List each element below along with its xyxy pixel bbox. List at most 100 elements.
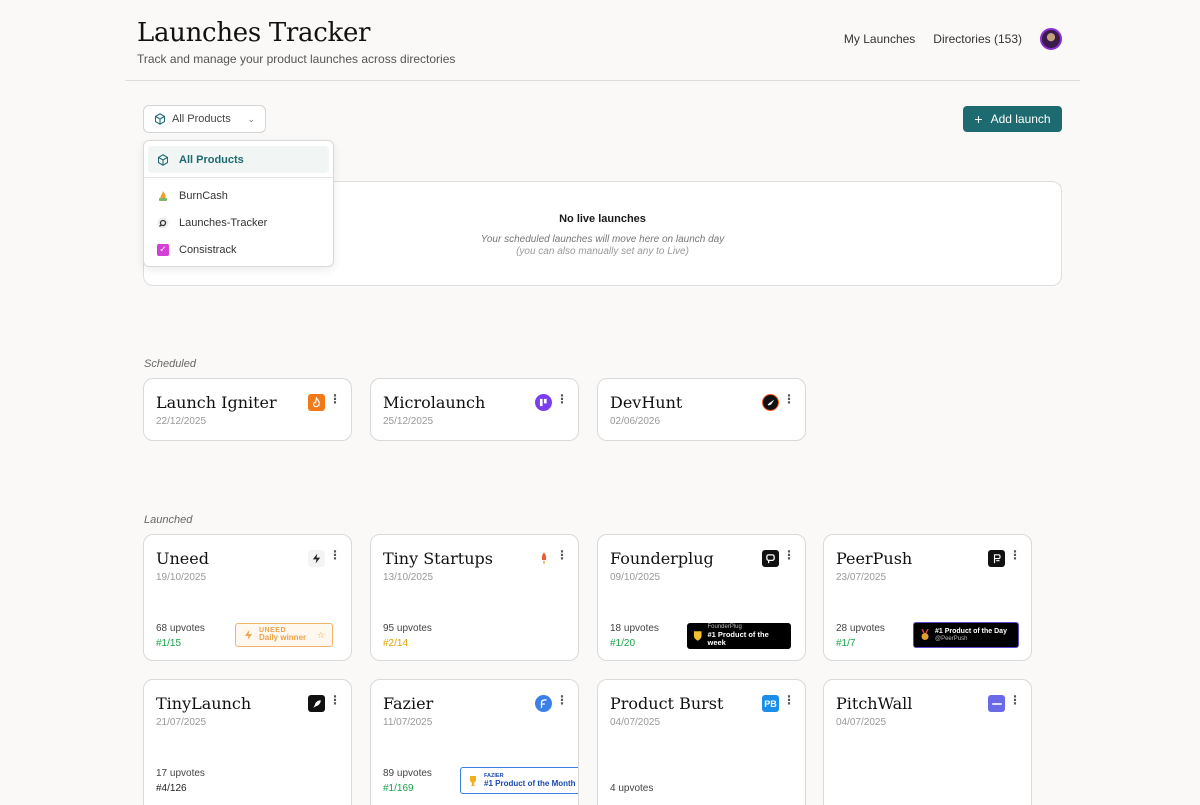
cube-icon [157, 153, 169, 166]
cube-icon [154, 113, 166, 125]
launched-card-pitchwall[interactable]: PitchWall 04/07/2025 ⋮ [823, 679, 1032, 805]
more-options-icon[interactable]: ⋮ [556, 694, 568, 706]
uneed-logo-icon [308, 550, 325, 567]
founderplug-logo-icon [762, 550, 779, 567]
section-label-launched: Launched [144, 514, 193, 526]
page-subtitle: Track and manage your product launches a… [137, 52, 456, 66]
dropdown-item-launches-tracker[interactable]: Launches-Tracker [144, 209, 333, 236]
dropdown-item-label: All Products [179, 153, 244, 166]
page-title: Launches Tracker [137, 18, 371, 48]
scheduled-card-microlaunch[interactable]: Microlaunch 25/12/2025 ⋮ [370, 378, 579, 441]
card-name: PeerPush [836, 549, 913, 568]
fazier-product-of-month-badge: FAZIER #1 Product of the Month [460, 767, 578, 794]
upvotes-count: 18 upvotes [610, 623, 659, 634]
card-name: PitchWall [836, 694, 913, 713]
tinylaunch-logo-icon [308, 695, 325, 712]
nav-directories[interactable]: Directories (153) [933, 32, 1022, 46]
peerpush-logo-icon [988, 550, 1005, 567]
upvotes-count: 17 upvotes [156, 768, 205, 779]
more-options-icon[interactable]: ⋮ [783, 694, 795, 706]
tiny-startups-rocket-icon [535, 550, 552, 567]
card-date: 21/07/2025 [156, 717, 207, 728]
avatar[interactable] [1040, 28, 1062, 50]
burncash-logo-icon [157, 190, 169, 202]
card-date: 25/12/2025 [383, 416, 434, 427]
launch-igniter-logo-icon [308, 394, 325, 411]
more-options-icon[interactable]: ⋮ [1009, 694, 1021, 706]
launched-card-founderplug[interactable]: Founderplug 09/10/2025 ⋮ 18 upvotes #1/2… [597, 534, 806, 661]
badge-line1: #1 Product of the Day [935, 627, 1007, 635]
rank-label: #2/14 [383, 638, 409, 649]
lightning-icon [244, 629, 253, 641]
add-launch-button[interactable]: + Add launch [963, 106, 1062, 132]
more-options-icon[interactable]: ⋮ [329, 393, 341, 405]
uneed-daily-winner-badge: UNEED Daily winner ☆ [235, 623, 333, 647]
badge-line2: Daily winner [259, 633, 307, 643]
more-options-icon[interactable]: ⋮ [783, 393, 795, 405]
card-name: Microlaunch [383, 393, 486, 412]
card-date: 11/07/2025 [383, 717, 433, 728]
card-date: 19/10/2025 [156, 572, 207, 583]
rank-label: #1/15 [156, 638, 182, 649]
dropdown-item-all-products[interactable]: All Products [148, 146, 329, 173]
more-options-icon[interactable]: ⋮ [329, 549, 341, 561]
dropdown-divider [144, 177, 333, 178]
launched-card-fazier[interactable]: Fazier 11/07/2025 ⋮ 89 upvotes #1/169 FA… [370, 679, 579, 805]
badge-line2: #1 Product of the Month [484, 779, 576, 789]
top-nav: My Launches Directories (153) [844, 28, 1062, 50]
product-dropdown-menu: All Products BurnCash Launches-Tracker ✓… [143, 140, 334, 267]
trophy-icon [470, 775, 476, 786]
card-name: Launch Igniter [156, 393, 277, 412]
card-date: 04/07/2025 [610, 717, 661, 728]
card-date: 09/10/2025 [610, 572, 661, 583]
launches-tracker-logo-icon [157, 217, 169, 229]
launched-card-uneed[interactable]: Uneed 19/10/2025 ⋮ 68 upvotes #1/15 UNEE… [143, 534, 352, 661]
dropdown-item-consistrack[interactable]: ✓ Consistrack [144, 236, 333, 263]
upvotes-count: 68 upvotes [156, 623, 205, 634]
dropdown-item-label: BurnCash [179, 189, 228, 202]
badge-line2: #1 Product of the week [707, 630, 769, 648]
more-options-icon[interactable]: ⋮ [783, 549, 795, 561]
more-options-icon[interactable]: ⋮ [1009, 549, 1021, 561]
more-options-icon[interactable]: ⋮ [329, 694, 341, 706]
dropdown-item-label: Launches-Tracker [179, 216, 268, 229]
card-name: Tiny Startups [383, 549, 493, 568]
card-name: Founderplug [610, 549, 714, 568]
more-options-icon[interactable]: ⋮ [556, 549, 568, 561]
card-name: Uneed [156, 549, 209, 568]
fazier-logo-icon [535, 695, 552, 712]
badge-line2: @PeerPush [935, 635, 968, 642]
upvotes-count: 4 upvotes [610, 783, 654, 794]
rank-label: #1/20 [610, 638, 636, 649]
launched-card-tiny-startups[interactable]: Tiny Startups 13/10/2025 ⋮ 95 upvotes #2… [370, 534, 579, 661]
section-label-scheduled: Scheduled [144, 358, 196, 370]
card-date: 04/07/2025 [836, 717, 887, 728]
peerpush-product-of-day-badge: #1 Product of the Day @PeerPush [913, 622, 1019, 648]
launched-card-tinylaunch[interactable]: TinyLaunch 21/07/2025 ⋮ 17 upvotes #4/12… [143, 679, 352, 805]
card-date: 23/07/2025 [836, 572, 887, 583]
pitchwall-logo-icon [988, 695, 1005, 712]
page-header: Launches Tracker Track and manage your p… [137, 18, 455, 66]
launched-card-peerpush[interactable]: PeerPush 23/07/2025 ⋮ 28 upvotes #1/7 #1… [823, 534, 1032, 661]
medal-icon [921, 629, 929, 640]
header-divider [125, 80, 1080, 81]
medal-icon [693, 631, 702, 641]
card-name: Fazier [383, 694, 434, 713]
product-filter-select[interactable]: All Products ⌄ [143, 105, 266, 133]
card-date: 02/06/2026 [610, 416, 661, 427]
chevron-down-icon: ⌄ [247, 113, 255, 124]
scheduled-card-launch-igniter[interactable]: Launch Igniter 22/12/2025 ⋮ [143, 378, 352, 441]
card-date: 13/10/2025 [383, 572, 434, 583]
card-name: DevHunt [610, 393, 683, 412]
launched-card-product-burst[interactable]: Product Burst 04/07/2025 PB ⋮ 4 upvotes [597, 679, 806, 805]
add-launch-label: Add launch [990, 112, 1051, 126]
rank-label: #1/7 [836, 638, 856, 649]
nav-my-launches[interactable]: My Launches [844, 32, 915, 46]
card-date: 22/12/2025 [156, 416, 207, 427]
more-options-icon[interactable]: ⋮ [556, 393, 568, 405]
upvotes-count: 28 upvotes [836, 623, 885, 634]
scheduled-card-devhunt[interactable]: DevHunt 02/06/2026 ⋮ [597, 378, 806, 441]
rank-label: #1/169 [383, 783, 414, 794]
dropdown-item-burncash[interactable]: BurnCash [144, 182, 333, 209]
product-filter-value: All Products [172, 113, 231, 125]
